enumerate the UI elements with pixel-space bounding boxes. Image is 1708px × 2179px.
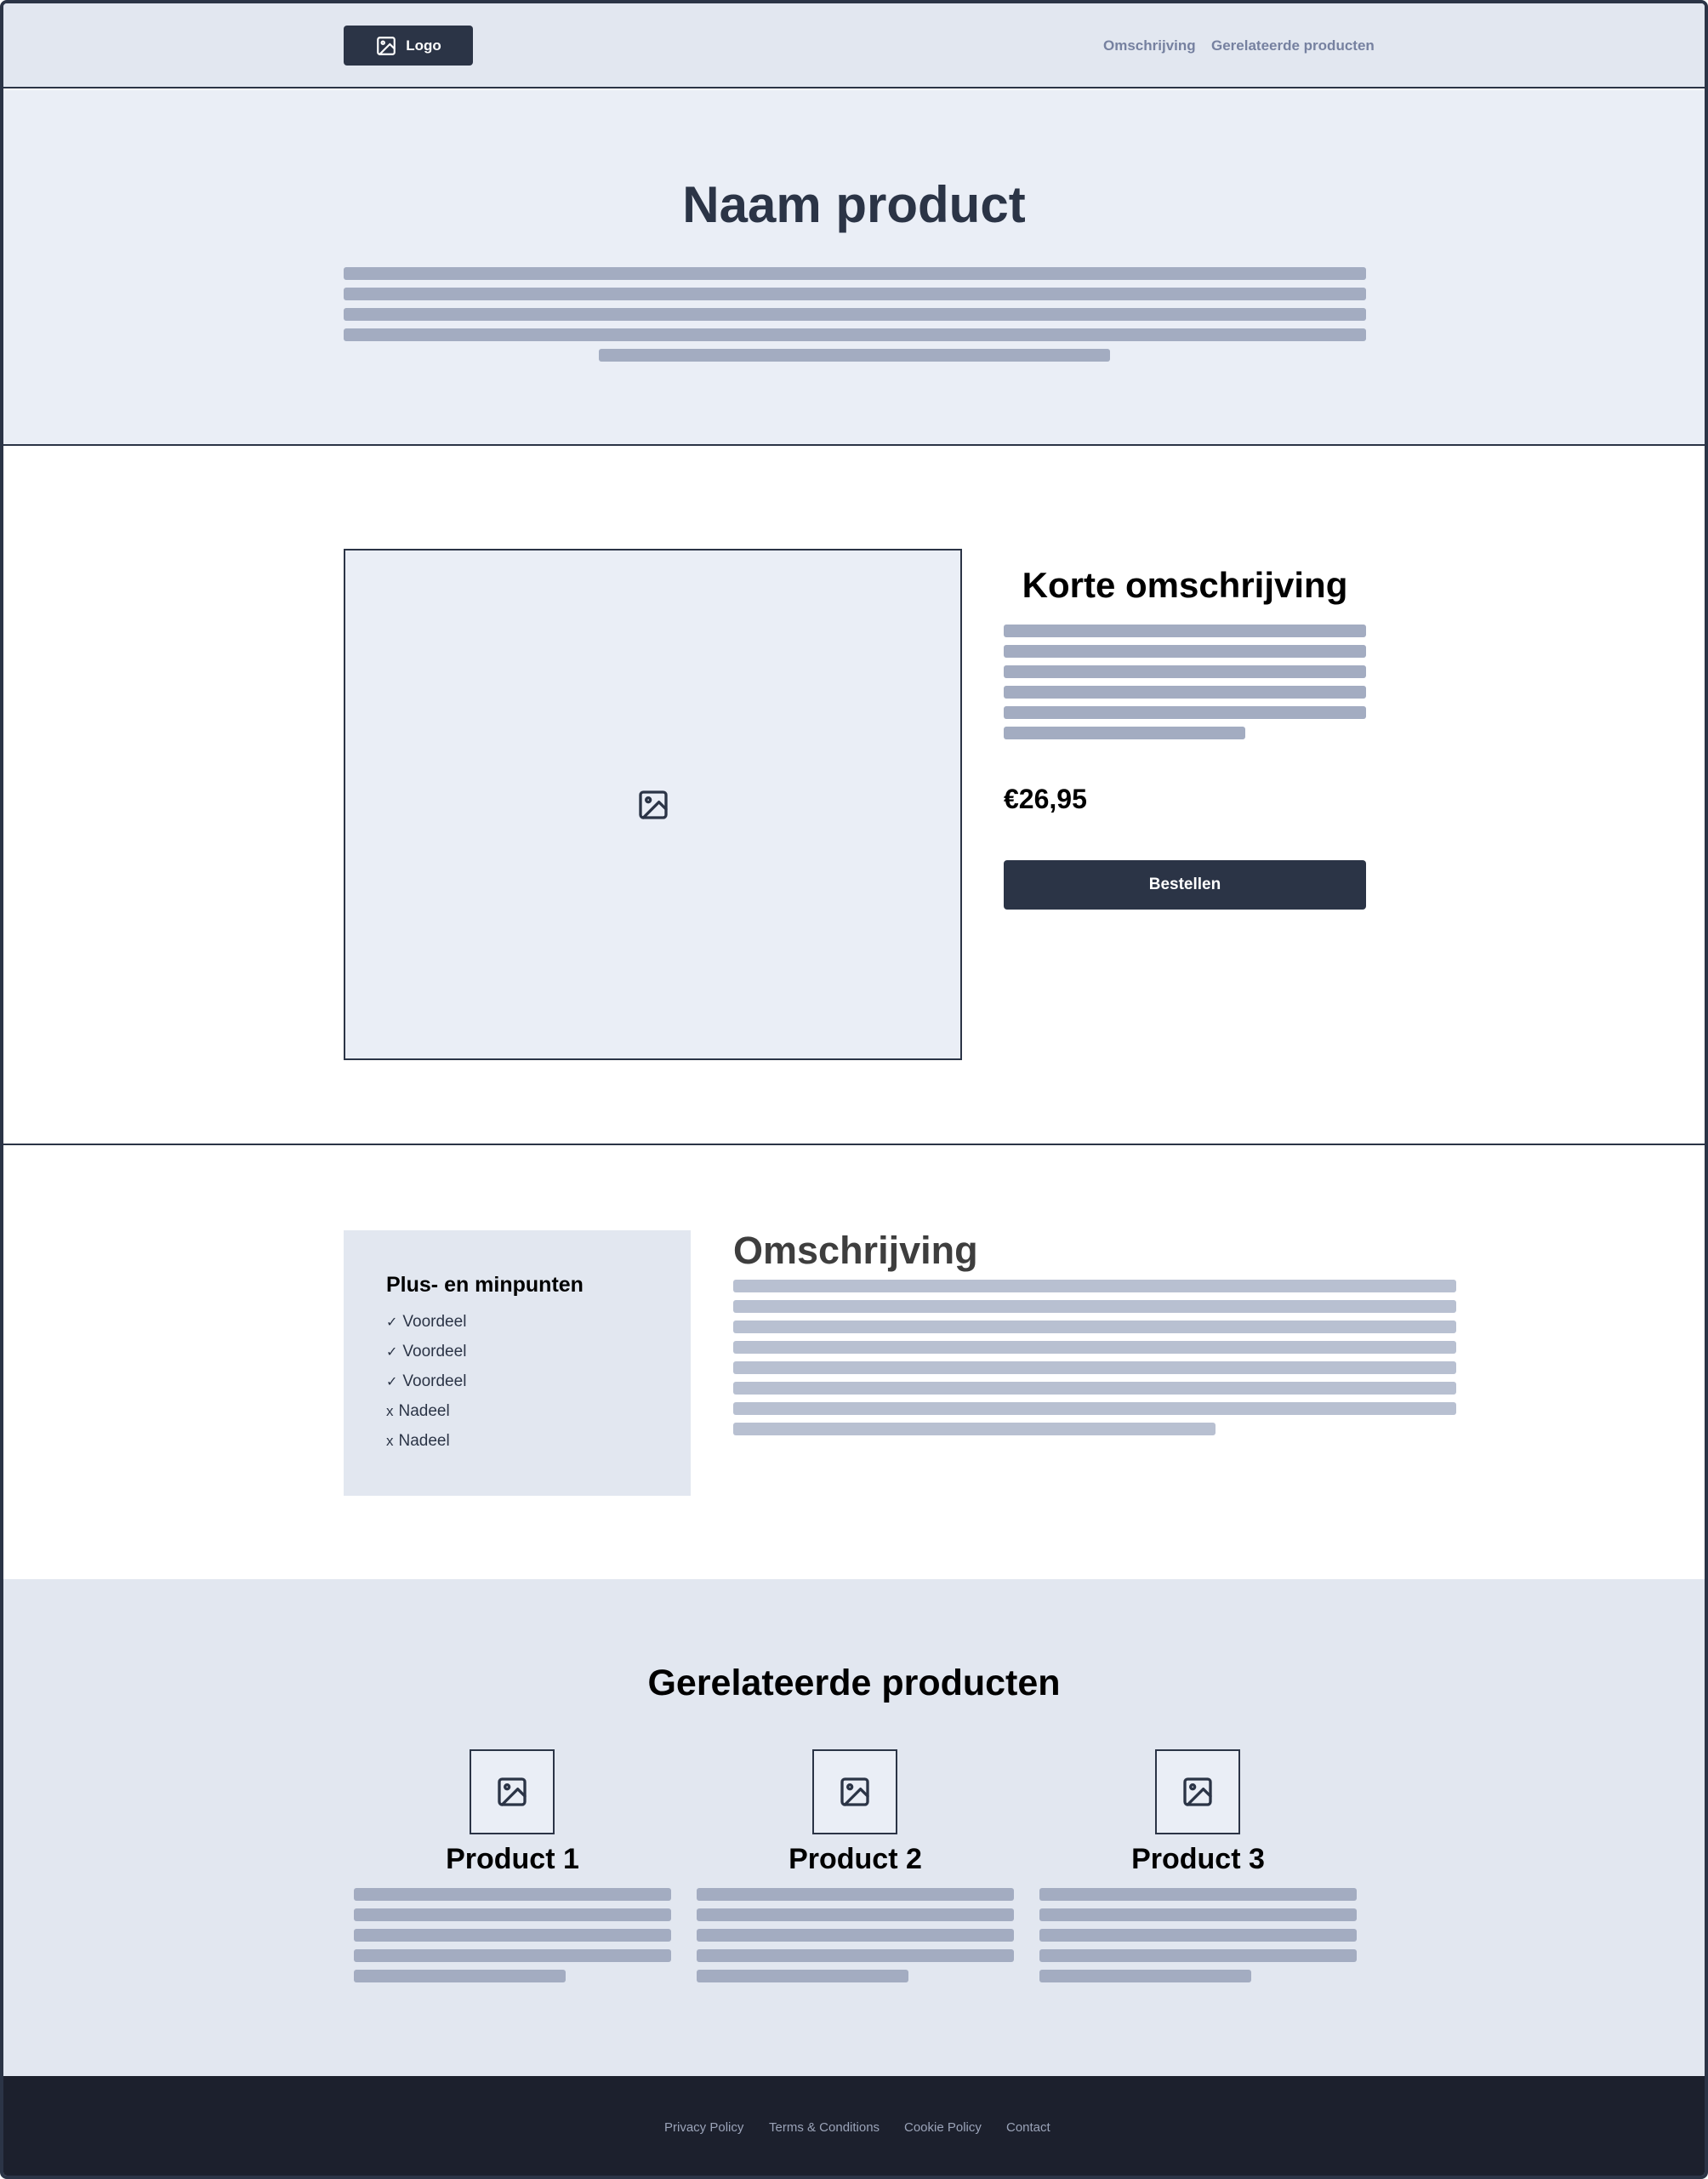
related-product-text-line xyxy=(1039,1949,1357,1962)
image-icon xyxy=(840,1777,869,1806)
image-icon xyxy=(377,36,396,55)
related-product-text-line xyxy=(354,1949,671,1962)
related-product-text-line xyxy=(1039,1888,1357,1901)
product-price: €26,95 xyxy=(1004,784,1087,814)
description-line xyxy=(733,1321,1456,1333)
related-product-text-line xyxy=(697,1949,1014,1962)
con-label: Nadeel xyxy=(398,1432,450,1450)
short-description-line xyxy=(1004,727,1245,739)
short-description-title: Korte omschrijving xyxy=(1022,565,1348,605)
pro-label: Voordeel xyxy=(402,1313,467,1331)
hero-text-line xyxy=(344,288,1366,300)
related-product-name[interactable]: Product 1 xyxy=(354,1843,671,1876)
related-product-image[interactable] xyxy=(470,1749,555,1834)
description-line xyxy=(733,1300,1456,1313)
nav-link-gerelateerde-producten[interactable]: Gerelateerde producten xyxy=(1211,3,1375,88)
pro-item: ✓ Voordeel xyxy=(386,1313,466,1332)
check-icon: ✓ xyxy=(386,1375,398,1389)
short-description-line xyxy=(1004,645,1366,658)
short-description-line xyxy=(1004,625,1366,637)
description-line xyxy=(733,1280,1456,1292)
related-product-text-line xyxy=(1039,1970,1251,1982)
related-product-text-line xyxy=(1039,1929,1357,1942)
hero-text-line xyxy=(344,328,1366,341)
footer-link-cookie-policy[interactable]: Cookie Policy xyxy=(904,2120,982,2135)
related-product-name[interactable]: Product 3 xyxy=(1039,1843,1357,1876)
short-description-line xyxy=(1004,665,1366,678)
image-icon xyxy=(638,790,668,819)
pros-cons-title: Plus- en minpunten xyxy=(386,1273,584,1297)
image-icon xyxy=(1183,1777,1212,1806)
pro-label: Voordeel xyxy=(402,1372,467,1390)
description-line xyxy=(733,1423,1216,1435)
description-line xyxy=(733,1402,1456,1415)
page-title: Naam product xyxy=(682,176,1026,233)
check-icon: ✓ xyxy=(386,1345,398,1360)
description-line xyxy=(733,1361,1456,1374)
image-icon xyxy=(498,1777,527,1806)
related-products-section: Gerelateerde producten Product 1 Product… xyxy=(3,1579,1705,2076)
hero-text-line xyxy=(344,267,1366,280)
related-product-text-line xyxy=(697,1888,1014,1901)
related-product-text-line xyxy=(354,1970,566,1982)
site-footer: Privacy Policy Terms & Conditions Cookie… xyxy=(3,2076,1705,2176)
related-products-title: Gerelateerde producten xyxy=(647,1663,1061,1703)
related-product-text-line xyxy=(354,1929,671,1942)
footer-link-privacy-policy[interactable]: Privacy Policy xyxy=(664,2120,743,2135)
check-icon: ✓ xyxy=(386,1315,398,1330)
pro-item: ✓ Voordeel xyxy=(386,1343,466,1361)
hero-text-line xyxy=(344,308,1366,321)
related-product-image[interactable] xyxy=(812,1749,897,1834)
product-image xyxy=(344,549,962,1060)
section-divider xyxy=(3,1144,1705,1145)
pro-item: ✓ Voordeel xyxy=(386,1372,466,1391)
con-label: Nadeel xyxy=(398,1402,450,1420)
related-product-image[interactable] xyxy=(1155,1749,1240,1834)
related-product-text-line xyxy=(354,1908,671,1921)
logo-label: Logo xyxy=(406,37,441,54)
site-header: Logo Omschrijving Gerelateerde producten xyxy=(3,3,1705,88)
page: Logo Omschrijving Gerelateerde producten… xyxy=(0,0,1708,2179)
related-product-text-line xyxy=(1039,1908,1357,1921)
related-product-text-line xyxy=(697,1929,1014,1942)
related-product-name[interactable]: Product 2 xyxy=(697,1843,1014,1876)
description-title: Omschrijving xyxy=(733,1229,978,1272)
logo-button[interactable]: Logo xyxy=(344,26,473,66)
pros-cons-box: Plus- en minpunten ✓ Voordeel ✓ Voordeel… xyxy=(344,1230,691,1496)
description-line xyxy=(733,1341,1456,1354)
related-product-text-line xyxy=(697,1970,908,1982)
nav-link-omschrijving[interactable]: Omschrijving xyxy=(1103,3,1196,88)
order-button[interactable]: Bestellen xyxy=(1004,860,1366,910)
description-line xyxy=(733,1382,1456,1395)
pro-label: Voordeel xyxy=(402,1343,467,1360)
hero-text-line xyxy=(599,349,1110,362)
hero-section: Naam product xyxy=(3,90,1705,446)
short-description-line xyxy=(1004,706,1366,719)
footer-link-contact[interactable]: Contact xyxy=(1006,2120,1050,2135)
related-product-text-line xyxy=(354,1888,671,1901)
cross-icon: x xyxy=(386,1403,394,1419)
cross-icon: x xyxy=(386,1433,394,1449)
footer-link-terms-conditions[interactable]: Terms & Conditions xyxy=(769,2120,880,2135)
con-item: x Nadeel xyxy=(386,1432,450,1451)
related-product-text-line xyxy=(697,1908,1014,1921)
con-item: x Nadeel xyxy=(386,1402,450,1421)
short-description-line xyxy=(1004,686,1366,699)
